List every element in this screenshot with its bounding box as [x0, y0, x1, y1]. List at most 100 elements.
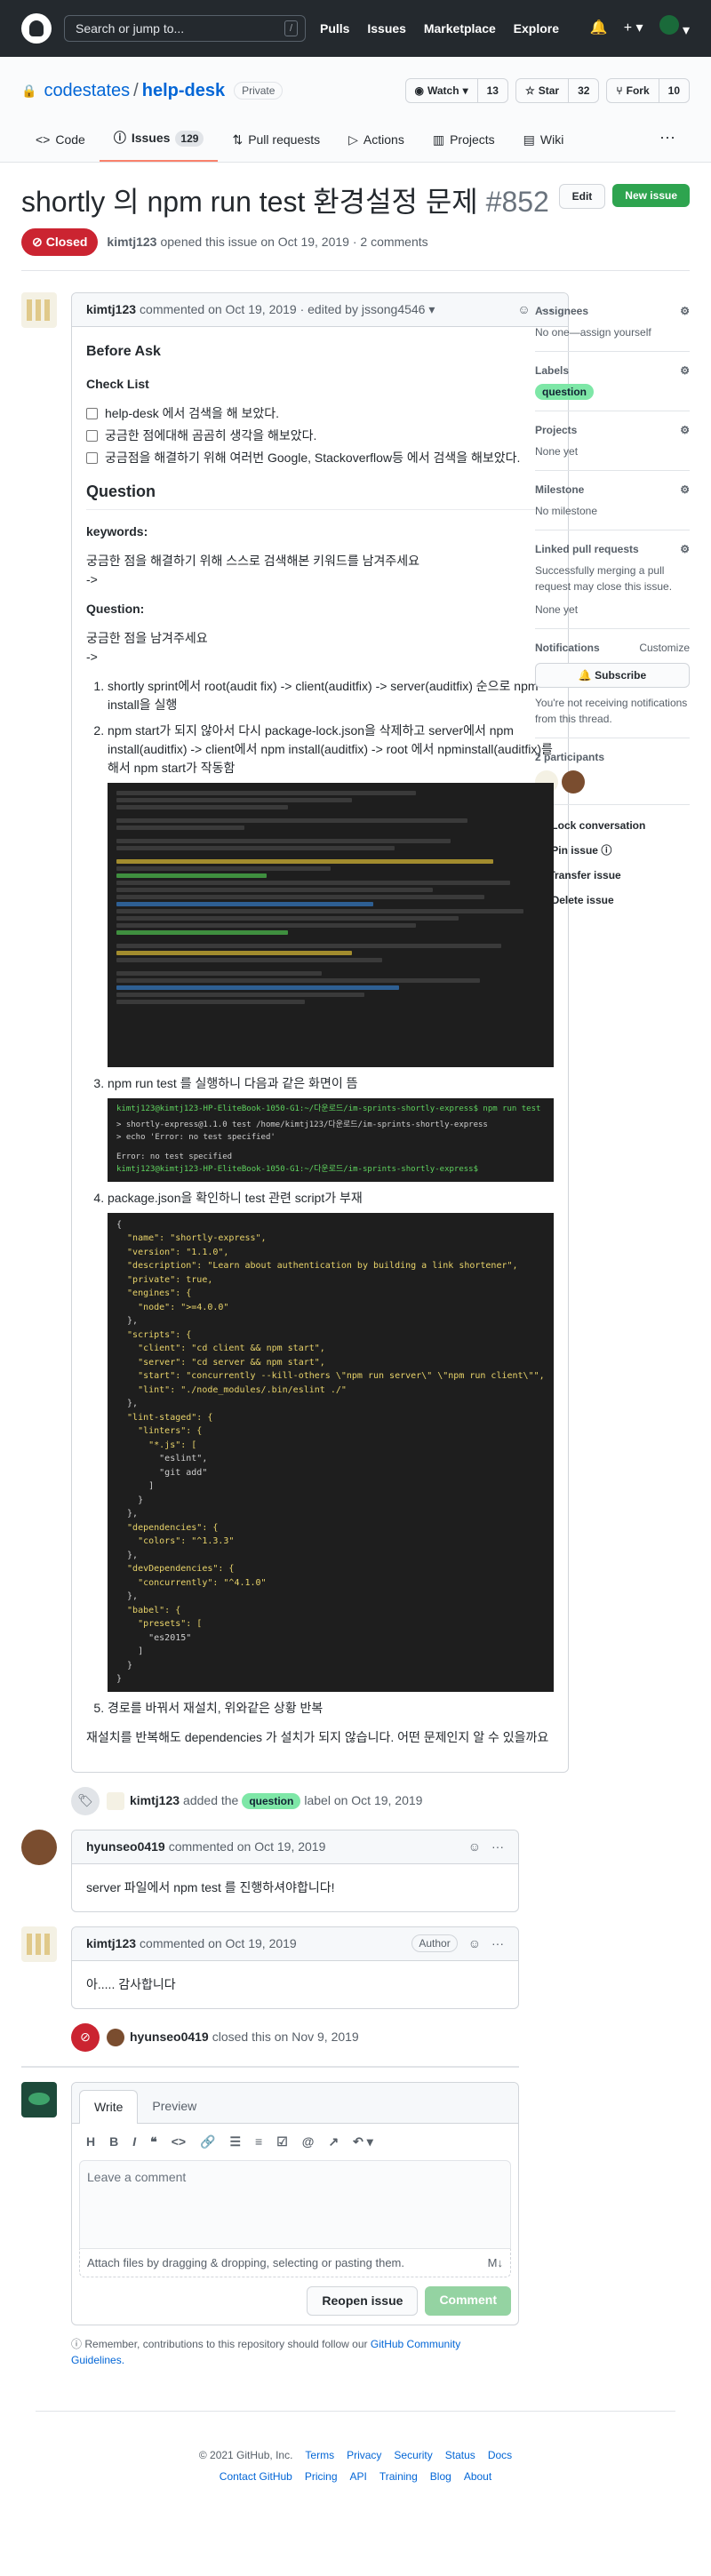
sidebar-heading[interactable]: Labels [535, 363, 569, 379]
nav-pulls[interactable]: Pulls [320, 21, 349, 36]
footer-link[interactable]: Status [445, 2447, 475, 2463]
subscribe-button[interactable]: 🔔 Subscribe [535, 663, 690, 688]
avatar[interactable] [21, 2081, 57, 2117]
bold-icon[interactable]: B [109, 2133, 118, 2151]
bell-icon[interactable]: 🔔 [590, 18, 608, 39]
avatar[interactable] [107, 1791, 124, 1810]
avatar[interactable] [21, 292, 57, 328]
tasklist-icon[interactable]: ☑ [276, 2133, 288, 2151]
smiley-icon[interactable]: ☺ [468, 1838, 481, 1856]
tab-pull-requests[interactable]: ⇅ Pull requests [218, 131, 334, 162]
star-count[interactable]: 32 [569, 83, 598, 99]
quote-icon[interactable]: ❝ [150, 2133, 157, 2151]
tab-issues[interactable]: ⓘ Issues 129 [99, 129, 219, 162]
footer-link[interactable]: Privacy [347, 2447, 381, 2463]
github-logo-icon[interactable] [21, 13, 52, 44]
heading-icon[interactable]: H [86, 2133, 95, 2151]
comment-button[interactable]: Comment [425, 2286, 511, 2317]
footer-link[interactable]: About [464, 2468, 491, 2484]
tab-code[interactable]: <> Code [21, 131, 100, 162]
comment-meta[interactable]: commented on Oct 19, 2019 · edited by js… [140, 300, 435, 319]
reply-icon[interactable]: ↶ ▾ [353, 2133, 373, 2151]
kebab-menu-icon[interactable]: ··· [491, 1934, 504, 1953]
comment-author[interactable]: kimtj123 [86, 300, 136, 319]
lock-conversation-button[interactable]: 🔒 Lock conversation [535, 817, 690, 833]
ordered-list-icon[interactable]: ≡ [255, 2133, 262, 2151]
cross-reference-icon[interactable]: ↗ [328, 2133, 339, 2151]
attach-files-zone[interactable]: Attach files by dragging & dropping, sel… [79, 2248, 511, 2278]
smiley-icon[interactable]: ☺ [517, 300, 530, 319]
transfer-issue-button[interactable]: → Transfer issue [535, 867, 690, 883]
sidebar-heading[interactable]: Assignees [535, 303, 588, 319]
link-icon[interactable]: 🔗 [200, 2133, 215, 2151]
event-author[interactable]: hyunseo0419 [130, 2028, 209, 2046]
comment-meta[interactable]: commented on Oct 19, 2019 [140, 1934, 297, 1953]
checkbox[interactable] [86, 430, 98, 442]
tab-actions[interactable]: ▷ Actions [334, 131, 419, 162]
nav-explore[interactable]: Explore [514, 21, 559, 36]
comment-author[interactable]: hyunseo0419 [86, 1838, 165, 1856]
plus-icon[interactable]: + ▾ [624, 18, 643, 39]
comment-textarea[interactable]: Leave a comment [79, 2159, 511, 2249]
unordered-list-icon[interactable]: ☰ [229, 2133, 241, 2151]
footer-link[interactable]: Training [379, 2468, 418, 2484]
reopen-issue-button[interactable]: Reopen issue [307, 2286, 419, 2317]
footer-link[interactable]: API [350, 2468, 367, 2484]
footer-link[interactable]: Pricing [305, 2468, 338, 2484]
mention-icon[interactable]: @ [302, 2133, 315, 2151]
fork-button[interactable]: ⑂ Fork 10 [606, 78, 690, 103]
sidebar-heading[interactable]: Milestone [535, 482, 584, 498]
star-button[interactable]: ☆ Star 32 [515, 78, 600, 103]
tab-write[interactable]: Write [79, 2089, 139, 2124]
sidebar-heading[interactable]: Projects [535, 422, 577, 438]
delete-issue-button[interactable]: 🗑 Delete issue [535, 892, 690, 908]
issue-author[interactable]: kimtj123 [107, 233, 156, 251]
avatar[interactable] [562, 770, 585, 794]
avatar[interactable] [21, 1926, 57, 1962]
checkbox[interactable] [86, 408, 98, 419]
gear-icon[interactable]: ⚙ [680, 303, 690, 319]
pin-issue-button[interactable]: 📌 Pin issue ⓘ [535, 842, 690, 858]
edit-button[interactable]: Edit [558, 184, 606, 209]
repo-name-link[interactable]: help-desk [142, 77, 225, 104]
smiley-icon[interactable]: ☺ [468, 1934, 481, 1953]
watch-count[interactable]: 13 [478, 83, 507, 99]
repo-owner-link[interactable]: codestates [44, 77, 130, 104]
gear-icon[interactable]: ⚙ [680, 482, 690, 498]
footer-link[interactable]: Blog [430, 2468, 451, 2484]
tab-preview[interactable]: Preview [138, 2090, 211, 2123]
gear-icon[interactable]: ⚙ [680, 363, 690, 379]
kebab-menu-icon[interactable]: ··· [645, 125, 690, 162]
search-input[interactable]: Search or jump to... / [64, 15, 306, 42]
nav-issues[interactable]: Issues [367, 21, 406, 36]
avatar[interactable] [21, 1829, 57, 1865]
user-avatar-menu[interactable]: ▾ [659, 15, 690, 42]
gear-icon[interactable]: ⚙ [680, 422, 690, 438]
package-json-image[interactable]: { "name": "shortly-express", "version": … [108, 1212, 554, 1692]
customize-link[interactable]: Customize [639, 640, 690, 656]
kebab-menu-icon[interactable]: ··· [491, 1838, 504, 1856]
sidebar-heading[interactable]: Linked pull requests [535, 541, 639, 557]
footer-link[interactable]: Docs [488, 2447, 512, 2463]
tab-wiki[interactable]: ▤ Wiki [509, 131, 579, 162]
label-badge[interactable]: question [535, 384, 594, 400]
italic-icon[interactable]: I [132, 2133, 136, 2151]
new-issue-button[interactable]: New issue [612, 184, 690, 207]
avatar[interactable] [107, 2028, 124, 2046]
nav-marketplace[interactable]: Marketplace [424, 21, 496, 36]
terminal-output-image[interactable]: kimtj123@kimtj123-HP-EliteBook-1050-G1:~… [108, 1098, 554, 1182]
gear-icon[interactable]: ⚙ [680, 541, 690, 557]
event-author[interactable]: kimtj123 [130, 1791, 180, 1810]
footer-link[interactable]: Terms [305, 2447, 334, 2463]
code-icon[interactable]: <> [172, 2133, 186, 2151]
footer-link[interactable]: Contact GitHub [220, 2468, 292, 2484]
footer-link[interactable]: Security [394, 2447, 432, 2463]
comment-meta[interactable]: commented on Oct 19, 2019 [169, 1838, 326, 1856]
comment-author[interactable]: kimtj123 [86, 1934, 136, 1953]
assignees-value[interactable]: No one—assign yourself [535, 324, 690, 340]
fork-count[interactable]: 10 [659, 83, 689, 99]
checkbox[interactable] [86, 452, 98, 464]
tab-projects[interactable]: ▥ Projects [419, 131, 509, 162]
terminal-screenshot-image[interactable] [108, 783, 554, 1067]
watch-button[interactable]: ◉ Watch ▾ 13 [404, 78, 508, 103]
